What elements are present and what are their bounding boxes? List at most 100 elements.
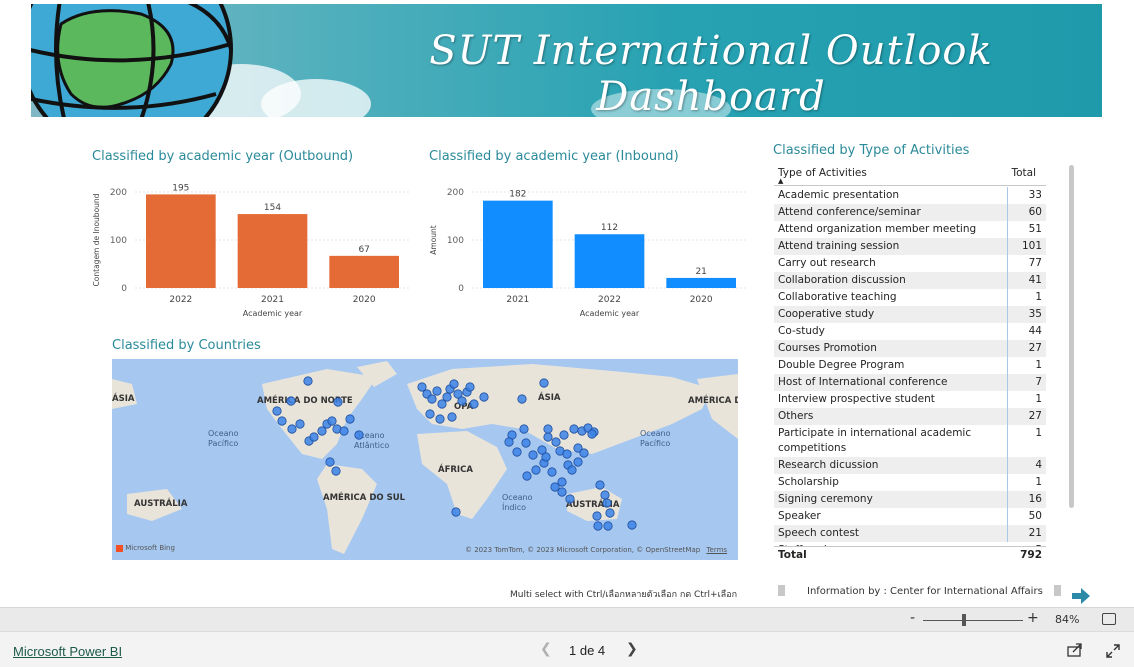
map-point[interactable] [287,424,297,434]
map-point[interactable] [425,409,435,419]
map-point[interactable] [600,490,610,500]
table-row[interactable]: Host of International conference 7 [774,374,1046,391]
map-point[interactable] [592,511,602,521]
map-point[interactable] [565,494,575,504]
table-row[interactable]: Speech contest 21 [774,525,1046,542]
map-point[interactable] [469,399,479,409]
zoom-in-button[interactable]: + [1027,610,1039,626]
map-point[interactable] [543,432,553,442]
table-row[interactable]: Research dicussion 4 [774,457,1046,474]
map-point[interactable] [309,432,319,442]
map-point[interactable] [627,520,637,530]
map-point[interactable] [539,378,549,388]
map-point[interactable] [331,466,341,476]
outbound-bar[interactable] [329,255,399,288]
map-point[interactable] [605,508,615,518]
inbound-bar[interactable] [666,277,736,288]
zoom-slider-track[interactable] [923,620,1023,621]
outbound-bar[interactable] [146,194,216,288]
map-point[interactable] [557,487,567,497]
power-bi-link[interactable]: Microsoft Power BI [13,644,122,659]
table-row[interactable]: Collaboration discussion 41 [774,272,1046,289]
table-row[interactable]: Double Degree Program 1 [774,357,1046,374]
table-row[interactable]: Attend conference/seminar 60 [774,204,1046,221]
countries-map[interactable]: ÁSIA AMÉRICA DO NORTE OPA ÁSIA AMÉRICA D Ocea… [112,359,738,560]
map-point[interactable] [551,437,561,447]
arrow-right-icon[interactable] [1070,585,1092,607]
map-point[interactable] [345,414,355,424]
map-point[interactable] [479,392,489,402]
map-point[interactable] [286,396,296,406]
inbound-bar[interactable] [574,234,645,288]
table-row[interactable]: Academic presentation 33 [774,187,1046,204]
map-point[interactable] [547,467,557,477]
table-row[interactable]: Courses Promotion 27 [774,340,1046,357]
table-row[interactable]: Signing ceremony 16 [774,491,1046,508]
table-row[interactable]: Carry out research 77 [774,255,1046,272]
map-point[interactable] [569,424,579,434]
chevron-right-icon[interactable]: ❯ [626,641,638,657]
map-point[interactable] [517,394,527,404]
map-point[interactable] [427,394,437,404]
map-point[interactable] [573,457,583,467]
fit-to-page-icon[interactable] [1102,613,1116,625]
activities-table[interactable]: Type of Activities ▲ Total Academic pres… [774,164,1046,564]
chevron-left-icon[interactable]: ❮ [540,641,552,657]
column-header-type[interactable]: Type of Activities [778,167,867,179]
zoom-out-button[interactable]: - [910,610,915,626]
sort-ascending-icon[interactable]: ▲ [778,177,783,185]
share-icon[interactable] [1067,643,1083,657]
map-point[interactable] [447,412,457,422]
map-point[interactable] [325,457,335,467]
map-point[interactable] [541,452,551,462]
map-point[interactable] [602,498,612,508]
table-row[interactable]: Scholarship 1 [774,474,1046,491]
table-scrollbar[interactable] [1069,165,1074,508]
outbound-bar-chart[interactable]: 0 100 200 195 2022 154 2021 67 2020 Academic year… [85,172,415,342]
expand-icon[interactable] [1105,643,1121,659]
map-point[interactable] [512,447,522,457]
map-point[interactable] [451,507,461,517]
map-point[interactable] [277,416,287,426]
map-point[interactable] [522,471,532,481]
map-point[interactable] [587,429,597,439]
map-point[interactable] [559,430,569,440]
map-point[interactable] [442,392,452,402]
table-row[interactable]: Cooperative study 35 [774,306,1046,323]
map-point[interactable] [504,437,514,447]
table-row[interactable]: Collaborative teaching 1 [774,289,1046,306]
map-point[interactable] [531,465,541,475]
map-point[interactable] [303,376,313,386]
map-point[interactable] [595,480,605,490]
table-row[interactable]: Speaker 50 [774,508,1046,525]
zoom-slider-thumb[interactable] [962,614,966,626]
table-row[interactable]: Attend organization member meeting 51 [774,221,1046,238]
map-point[interactable] [457,396,467,406]
map-point[interactable] [339,426,349,436]
inbound-bar-chart[interactable]: 0 100 200 182 2021 112 2022 21 2020 Academic year… [422,172,752,342]
table-row[interactable]: Attend training session 101 [774,238,1046,255]
map-point[interactable] [449,379,459,389]
map-point[interactable] [327,416,337,426]
table-row[interactable]: Interview prospective student 1 [774,391,1046,408]
map-point[interactable] [567,465,577,475]
outbound-bar[interactable] [237,214,308,288]
table-row[interactable]: Participate in international academic co… [774,425,1046,457]
map-point[interactable] [593,521,603,531]
map-point[interactable] [295,419,305,429]
terms-link[interactable]: Terms [706,546,727,554]
map-point[interactable] [562,449,572,459]
map-point[interactable] [543,424,553,434]
map-point[interactable] [521,438,531,448]
map-point[interactable] [272,406,282,416]
map-point[interactable] [528,450,538,460]
map-point[interactable] [432,386,442,396]
column-header-total[interactable]: Total [1011,167,1036,179]
map-point[interactable] [354,430,364,440]
map-point[interactable] [435,414,445,424]
map-point[interactable] [465,382,475,392]
table-row[interactable]: Others 27 [774,408,1046,425]
map-point[interactable] [579,448,589,458]
map-point[interactable] [603,521,613,531]
map-point[interactable] [519,424,529,434]
